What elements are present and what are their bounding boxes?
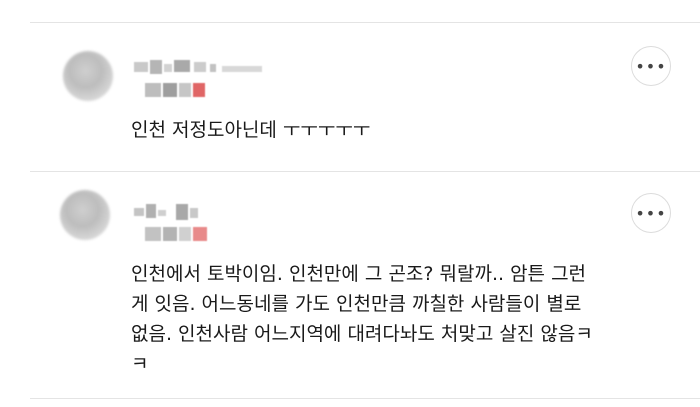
more-options-button[interactable]: ••• [631,46,671,86]
comment-list: ••• 인천 저정도아닌데 ㅜㅜㅜㅜㅜ ••• 인천에서 토박이임. 인천만에 … [0,0,700,407]
divider [30,398,700,399]
author-name-blurred [134,58,264,78]
more-options-button[interactable]: ••• [631,193,671,233]
avatar[interactable] [63,51,113,101]
comment-item: ••• 인천 저정도아닌데 ㅜㅜㅜㅜㅜ [0,23,700,171]
avatar[interactable] [60,190,110,240]
author-meta-blurred [145,225,215,245]
comment-item: ••• 인천에서 토박이임. 인천만에 그 곤조? 뭐랄까.. 암튼 그런 게 … [0,172,700,398]
more-icon: ••• [635,56,667,76]
author-meta-blurred [145,81,215,101]
comment-text: 인천에서 토박이임. 인천만에 그 곤조? 뭐랄까.. 암튼 그런 게 잇음. … [131,263,593,375]
author-name-blurred [134,202,204,222]
more-icon: ••• [635,203,667,223]
comment-text: 인천 저정도아닌데 ㅜㅜㅜㅜㅜ [131,119,371,141]
